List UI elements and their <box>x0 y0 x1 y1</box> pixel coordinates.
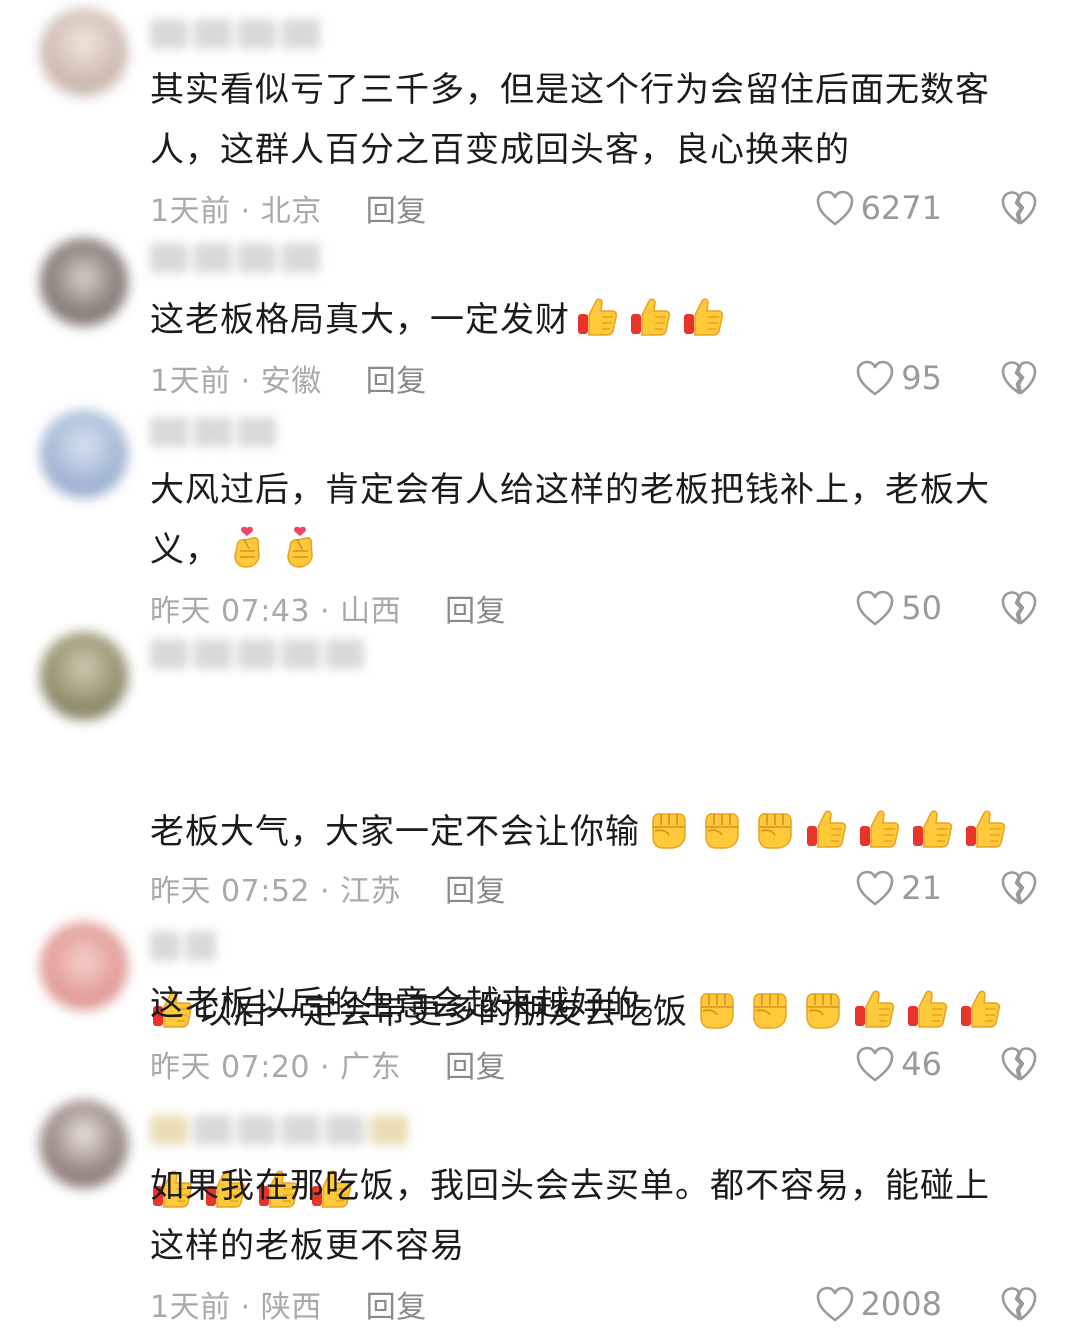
heart-outline-icon <box>815 189 855 227</box>
username-blurred[interactable] <box>150 412 276 452</box>
broken-heart-icon <box>1000 1045 1038 1083</box>
timestamp-location: 昨天 07:52 · 江苏 <box>150 874 402 909</box>
comment-list: 其实看似亏了三千多，但是这个行为会留住后面无数客 人，这群人百分之百变成回头客，良… <box>0 0 1080 1330</box>
broken-heart-icon <box>1000 1285 1038 1323</box>
dislike-button[interactable] <box>1000 1284 1038 1324</box>
like-count: 2008 <box>860 1285 942 1323</box>
like-button[interactable]: 46 <box>855 1044 942 1084</box>
comment-meta: 昨天 07:43 · 山西 回复 <box>150 586 506 630</box>
heart-outline-icon <box>815 1285 855 1323</box>
avatar[interactable] <box>40 238 128 326</box>
comment-line: 这老板格局真大，一定发财 <box>150 290 1030 350</box>
reply-button[interactable]: 回复 <box>366 356 427 400</box>
heart-outline-icon <box>855 589 895 627</box>
like-button[interactable]: 50 <box>855 588 942 628</box>
like-count: 46 <box>901 1045 942 1083</box>
comment-line: 这老板以后的生意会越来越好的。 <box>150 984 675 1024</box>
username-blurred[interactable] <box>150 14 320 54</box>
reply-button[interactable]: 回复 <box>445 866 506 910</box>
comment-meta: 昨天 07:52 · 江苏 回复 <box>150 866 506 910</box>
username-blurred[interactable] <box>150 1110 408 1150</box>
comment-meta: 1天前 · 北京 回复 <box>150 186 427 230</box>
avatar[interactable] <box>40 632 128 720</box>
like-button[interactable]: 21 <box>855 868 942 908</box>
like-count: 50 <box>901 589 942 627</box>
reply-button[interactable]: 回复 <box>445 1042 506 1086</box>
like-button[interactable]: 95 <box>855 358 942 398</box>
comment-text: 这老板以后的生意会越来越好的。 <box>150 974 1030 1034</box>
like-count: 95 <box>901 359 942 397</box>
dislike-button[interactable] <box>1000 588 1038 628</box>
like-count: 21 <box>901 869 942 907</box>
like-button[interactable]: 6271 <box>815 188 942 228</box>
thumbs-up-emoji <box>681 295 725 339</box>
comment-meta: 1天前 · 安徽 回复 <box>150 356 427 400</box>
comment-text: 大风过后，肯定会有人给这样的老板把钱补上，老板大义， <box>150 460 1030 580</box>
thumbs-up-emoji <box>628 295 672 339</box>
raised-fist-emoji <box>645 807 689 851</box>
comment-line: 其实看似亏了三千多，但是这个行为会留住后面无数客 <box>150 70 990 110</box>
like-button[interactable]: 2008 <box>815 1284 942 1324</box>
broken-heart-icon <box>1000 189 1038 227</box>
reply-button[interactable]: 回复 <box>366 186 427 230</box>
comment-line: 大风过后，肯定会有人给这样的老板把钱补上，老板大 <box>150 470 990 510</box>
reply-button[interactable]: 回复 <box>445 586 506 630</box>
timestamp-location: 昨天 07:43 · 山西 <box>150 594 402 629</box>
thumbs-up-emoji <box>857 807 901 851</box>
raised-fist-emoji <box>751 807 795 851</box>
heart-outline-icon <box>855 359 895 397</box>
comment-line: 人，这群人百分之百变成回头客，良心换来的 <box>150 130 850 170</box>
broken-heart-icon <box>1000 589 1038 627</box>
thumbs-up-emoji <box>910 807 954 851</box>
username-blurred[interactable] <box>150 926 216 966</box>
finger-heart-emoji <box>225 525 269 569</box>
avatar[interactable] <box>40 8 128 96</box>
broken-heart-icon <box>1000 869 1038 907</box>
comment-line: 义， <box>150 520 1030 580</box>
reply-button[interactable]: 回复 <box>366 1282 427 1326</box>
thumbs-up-emoji <box>575 295 619 339</box>
timestamp-location: 昨天 07:20 · 广东 <box>150 1050 402 1085</box>
comment-line: 这样的老板更不容易 <box>150 1226 465 1266</box>
thumbs-up-emoji <box>804 807 848 851</box>
comment-line: 如果我在那吃饭，我回头会去买单。都不容易，能碰上 <box>150 1166 990 1206</box>
comment-text: 如果我在那吃饭，我回头会去买单。都不容易，能碰上 这样的老板更不容易 <box>150 1156 1030 1276</box>
avatar[interactable] <box>40 922 128 1010</box>
comment-meta: 昨天 07:20 · 广东 回复 <box>150 1042 506 1086</box>
username-blurred[interactable] <box>150 238 320 278</box>
timestamp-location: 1天前 · 安徽 <box>150 364 322 399</box>
comment-line: 老板大气，大家一定不会让你输 <box>150 802 1030 862</box>
like-count: 6271 <box>860 189 942 227</box>
dislike-button[interactable] <box>1000 868 1038 908</box>
comment-text: 这老板格局真大，一定发财 <box>150 290 1030 350</box>
comment-meta: 1天前 · 陕西 回复 <box>150 1282 427 1326</box>
thumbs-up-emoji <box>963 807 1007 851</box>
dislike-button[interactable] <box>1000 188 1038 228</box>
timestamp-location: 1天前 · 北京 <box>150 194 322 229</box>
dislike-button[interactable] <box>1000 1044 1038 1084</box>
dislike-button[interactable] <box>1000 358 1038 398</box>
heart-outline-icon <box>855 869 895 907</box>
heart-outline-icon <box>855 1045 895 1083</box>
broken-heart-icon <box>1000 359 1038 397</box>
timestamp-location: 1天前 · 陕西 <box>150 1290 322 1325</box>
avatar[interactable] <box>40 1100 128 1188</box>
avatar[interactable] <box>40 410 128 498</box>
raised-fist-emoji <box>698 807 742 851</box>
comment-text: 其实看似亏了三千多，但是这个行为会留住后面无数客 人，这群人百分之百变成回头客，良… <box>150 60 1030 180</box>
finger-heart-emoji <box>278 525 322 569</box>
username-blurred[interactable] <box>150 634 364 674</box>
